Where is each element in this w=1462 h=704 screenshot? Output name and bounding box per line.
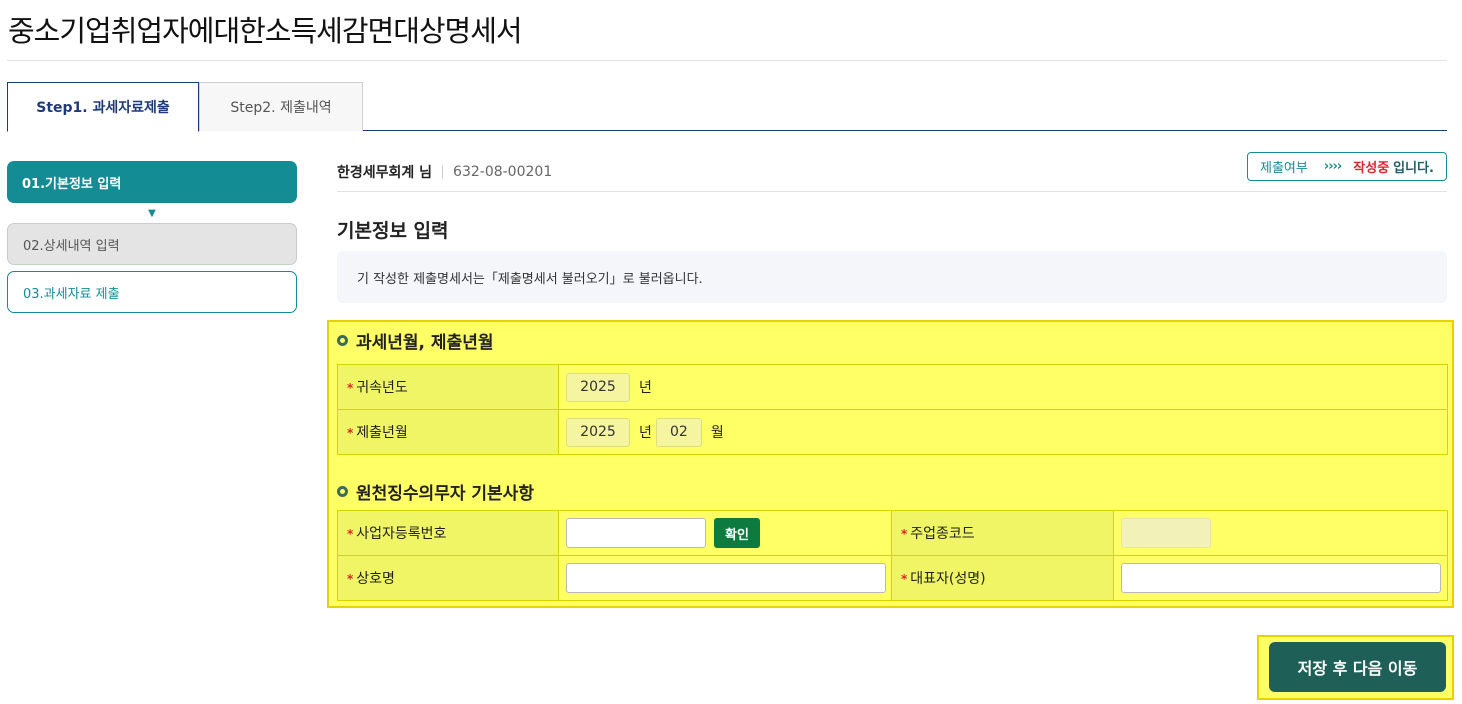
representative-input[interactable]: [1121, 563, 1441, 593]
biz-reg-no-label-cell: * 사업자등록번호: [337, 510, 559, 556]
submit-month-label-cell: * 제출년월: [337, 409, 559, 455]
save-and-next-button[interactable]: 저장 후 다음 이동: [1269, 642, 1446, 692]
required-mark: *: [901, 527, 908, 541]
save-highlight-area: 저장 후 다음 이동: [1257, 635, 1454, 700]
table-row: * 사업자등록번호 확인 * 주업종코드: [337, 510, 1448, 556]
user-divider: [442, 164, 444, 179]
biz-reg-no-label: 사업자등록번호: [356, 526, 447, 542]
industry-code-label: 주업종코드: [910, 526, 975, 542]
period-section-title: 과세년월, 제출년월: [356, 333, 494, 353]
user-biz-number: 632-08-00201: [453, 163, 553, 180]
year-unit: 년: [639, 380, 652, 396]
attribution-year-value-cell: 2025 년: [558, 364, 1448, 410]
representative-label-cell: * 대표자(성명): [891, 555, 1114, 601]
user-info-bar: 한경세무회계 님 632-08-00201 제출여부 ›››› 작성중 입니다.: [337, 152, 1447, 192]
status-suffix: 입니다.: [1393, 161, 1434, 176]
tab-step2[interactable]: Step2. 제출내역: [199, 82, 363, 131]
triangle-down-icon: ▼: [148, 207, 156, 219]
withholder-table: * 사업자등록번호 확인 * 주업종코드 * 상호명 * 대표자(성명): [337, 510, 1448, 601]
table-row: * 제출년월 2025 년 02 월: [337, 409, 1448, 455]
status-label: 제출여부: [1260, 161, 1308, 176]
section-title: 기본정보 입력: [337, 220, 449, 242]
submit-month-field: 02: [655, 417, 702, 447]
submit-month-value-cell: 2025 년 02 월: [558, 409, 1448, 455]
step-item-basic-info[interactable]: 01.기본정보 입력: [7, 161, 297, 203]
bullet-ring-icon: [337, 486, 348, 497]
bullet-ring-icon: [337, 335, 348, 346]
step-item-submit[interactable]: 03.과세자료 제출: [7, 271, 297, 313]
company-name-label: 상호명: [356, 571, 395, 587]
status-arrows-icon: ››››: [1323, 159, 1342, 174]
attribution-year-field: 2025: [566, 372, 630, 402]
step-item-detail[interactable]: 02.상세내역 입력: [7, 223, 297, 265]
company-name-input[interactable]: [566, 563, 886, 593]
page-title: 중소기업취업자에대한소득세감면대상명세서: [8, 14, 523, 48]
submission-status-badge: 제출여부 ›››› 작성중 입니다.: [1247, 152, 1447, 181]
industry-code-field: [1121, 518, 1211, 548]
required-mark: *: [347, 381, 354, 395]
required-mark: *: [347, 426, 354, 440]
confirm-button[interactable]: 확인: [714, 518, 760, 548]
step-navigation: 01.기본정보 입력 ▼ 02.상세내역 입력 03.과세자료 제출: [7, 161, 297, 313]
status-value: 작성중: [1353, 161, 1390, 176]
withholder-section-title: 원천징수의무자 기본사항: [356, 484, 534, 504]
representative-value-cell: [1113, 555, 1448, 601]
required-mark: *: [347, 572, 354, 586]
title-divider: [7, 60, 1447, 61]
attribution-year-label: 귀속년도: [356, 380, 408, 396]
tab-step1[interactable]: Step1. 과세자료제출: [7, 82, 199, 132]
withholder-section-heading: 원천징수의무자 기본사항: [337, 479, 534, 504]
month-unit: 월: [710, 425, 724, 441]
company-name-value-cell: [558, 555, 892, 601]
period-section-heading: 과세년월, 제출년월: [337, 328, 494, 353]
submit-year-field: 2025: [566, 417, 630, 447]
biz-reg-no-value-cell: 확인: [558, 510, 892, 556]
table-row: * 상호명 * 대표자(성명): [337, 555, 1448, 601]
table-row: * 귀속년도 2025 년: [337, 364, 1448, 410]
notice-text: 기 작성한 제출명세서는「제출명세서 불러오기」로 불러옵니다.: [357, 271, 703, 287]
company-name-label-cell: * 상호명: [337, 555, 559, 601]
required-mark: *: [347, 527, 354, 541]
step-tabs: Step1. 과세자료제출 Step2. 제출내역: [7, 82, 1447, 132]
user-name: 한경세무회계 님: [337, 164, 433, 181]
attribution-year-label-cell: * 귀속년도: [337, 364, 559, 410]
industry-code-label-cell: * 주업종코드: [891, 510, 1114, 556]
period-table: * 귀속년도 2025 년 * 제출년월 2025 년 02 월: [337, 364, 1448, 455]
representative-label: 대표자(성명): [910, 571, 986, 587]
notice-box: 기 작성한 제출명세서는「제출명세서 불러오기」로 불러옵니다.: [337, 251, 1447, 303]
biz-reg-no-input[interactable]: [566, 518, 706, 548]
year-unit: 년: [639, 425, 652, 441]
submit-month-label: 제출년월: [356, 425, 408, 441]
required-mark: *: [901, 572, 908, 586]
industry-code-value-cell: [1113, 510, 1448, 556]
